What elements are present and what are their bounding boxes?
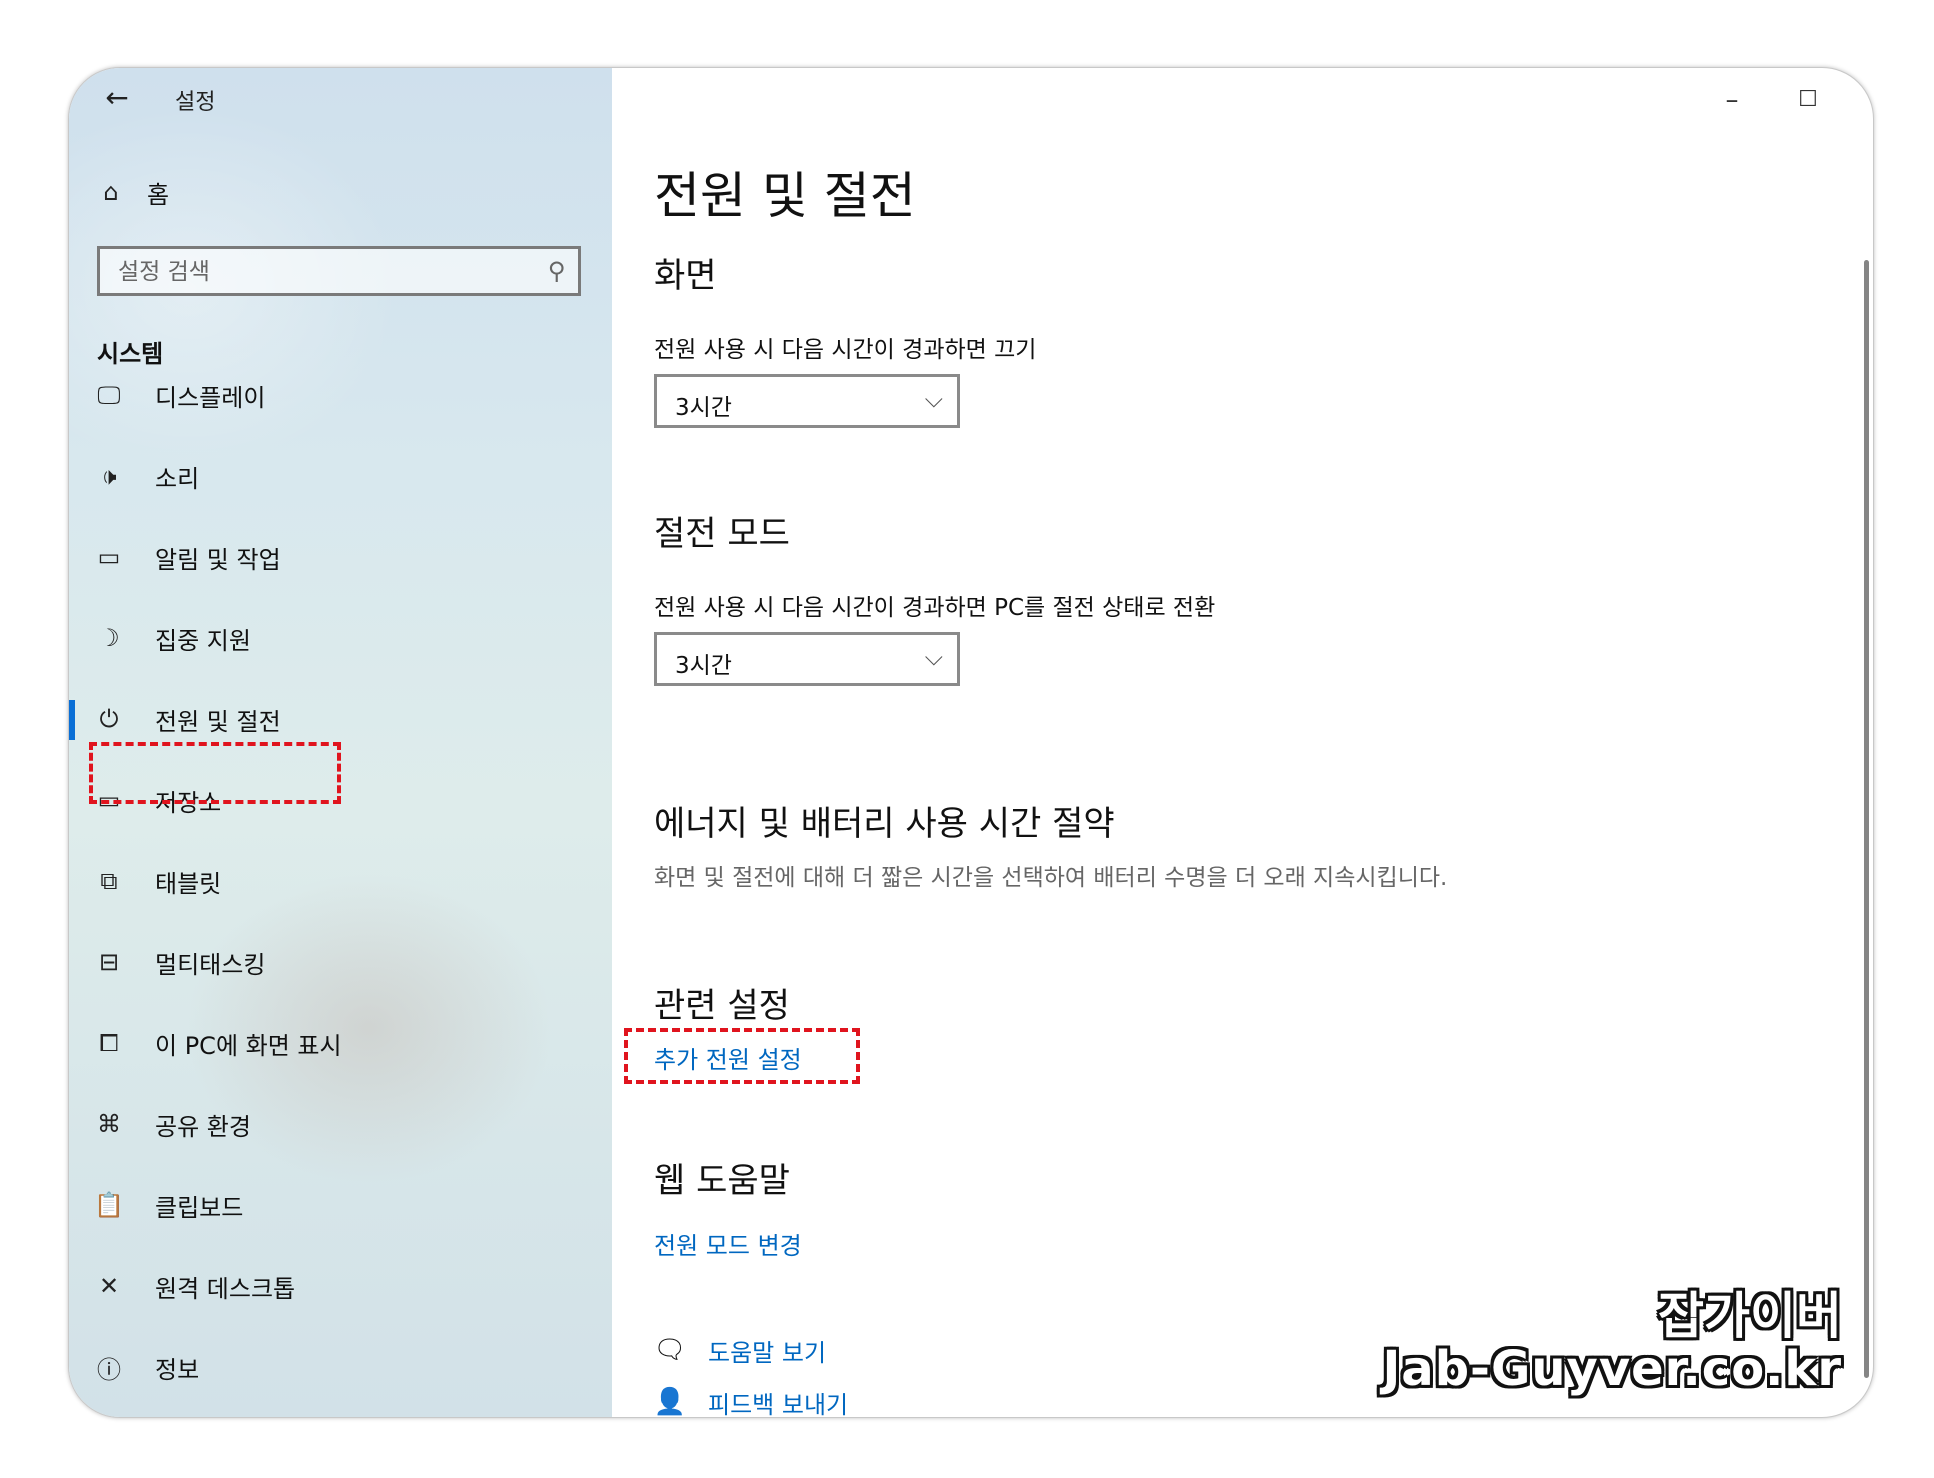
screen-description: 전원 사용 시 다음 시간이 경과하면 끄기	[654, 337, 1037, 363]
related-settings-heading: 관련 설정	[654, 986, 790, 1026]
web-help-heading: 웹 도움말	[654, 1161, 790, 1201]
sidebar-item-shared-experiences[interactable]: ⌘ 공유 환경	[69, 1089, 612, 1159]
sidebar-item-label: 집중 지원	[155, 626, 251, 655]
screen-timeout-dropdown[interactable]: 3시간 ⌵	[654, 374, 960, 428]
sidebar-item-label: 원격 데스크톱	[155, 1274, 296, 1303]
sidebar-item-label: 공유 환경	[155, 1112, 251, 1141]
sidebar-item-label: 디스플레이	[155, 383, 266, 412]
sidebar-item-label: 전원 및 절전	[155, 707, 281, 736]
sleep-heading: 절전 모드	[654, 514, 790, 554]
home-icon: ⌂	[103, 178, 119, 206]
page-title: 전원 및 절전	[654, 167, 916, 225]
sidebar-item-label: 정보	[155, 1355, 200, 1384]
power-mode-change-link[interactable]: 전원 모드 변경	[654, 1226, 802, 1261]
home-label: 홈	[147, 180, 170, 209]
dropdown-value: 3시간	[675, 395, 732, 421]
feedback-icon: 👤	[653, 1387, 687, 1417]
share-icon: ⌘	[97, 1110, 121, 1138]
clipboard-icon: 📋	[94, 1191, 124, 1219]
back-arrow-icon[interactable]: ←	[99, 80, 135, 116]
search-icon[interactable]: ⚲	[548, 257, 566, 285]
get-help-row[interactable]: 🗨 도움말 보기	[652, 1330, 826, 1370]
energy-heading: 에너지 및 배터리 사용 시간 절약	[654, 804, 1115, 844]
display-icon: 🖵	[97, 381, 121, 409]
watermark-site: Jab-Guyver.co.kr	[1382, 1341, 1842, 1397]
sidebar: ← 설정 ⌂ 홈 ⚲ 시스템 🖵 디스플레이 🕩 소리 ▭ 알림 및 작업	[69, 68, 612, 1417]
sidebar-item-label: 클립보드	[155, 1193, 244, 1222]
dropdown-value: 3시간	[675, 653, 732, 679]
notification-icon: ▭	[97, 543, 121, 571]
feedback-link[interactable]: 피드백 보내기	[708, 1385, 848, 1418]
highlight-box-power	[89, 742, 341, 804]
maximize-icon[interactable]: ☐	[1783, 78, 1833, 122]
sidebar-item-label: 이 PC에 화면 표시	[155, 1031, 342, 1060]
sidebar-item-label: 태블릿	[155, 869, 222, 898]
sidebar-home[interactable]: ⌂ 홈	[93, 172, 169, 212]
help-chat-icon: 🗨	[653, 1335, 687, 1365]
remote-desktop-icon: ✕	[98, 1272, 120, 1300]
screen-heading: 화면	[654, 256, 717, 296]
energy-description: 화면 및 절전에 대해 더 짧은 시간을 선택하여 배터리 수명을 더 오래 지…	[654, 865, 1448, 891]
sidebar-item-clipboard[interactable]: 📋 클립보드	[69, 1170, 612, 1240]
sidebar-item-label: 소리	[155, 464, 200, 493]
project-icon: ⧠	[99, 1029, 119, 1057]
sidebar-item-project[interactable]: ⧠ 이 PC에 화면 표시	[69, 1008, 612, 1078]
main-content: – ☐ ✕ 전원 및 절전 화면 전원 사용 시 다음 시간이 경과하면 끄기 …	[612, 68, 1873, 1417]
info-icon: ⓘ	[97, 1355, 121, 1384]
get-help-link[interactable]: 도움말 보기	[708, 1333, 826, 1368]
sidebar-item-remote-desktop[interactable]: ✕ 원격 데스크톱	[69, 1251, 612, 1321]
watermark: 잡가이버 Jab-Guyver.co.kr	[1382, 1290, 1842, 1396]
sidebar-item-focus-assist[interactable]: ☽ 집중 지원	[69, 603, 612, 673]
minimize-icon[interactable]: –	[1707, 78, 1757, 122]
window-title: 설정	[175, 90, 216, 115]
sidebar-item-notifications[interactable]: ▭ 알림 및 작업	[69, 522, 612, 592]
chevron-down-icon: ⌵	[924, 643, 943, 671]
chevron-down-icon: ⌵	[924, 385, 943, 413]
sleep-timeout-dropdown[interactable]: 3시간 ⌵	[654, 632, 960, 686]
scrollbar[interactable]	[1864, 260, 1869, 1378]
sidebar-item-about[interactable]: ⓘ 정보	[69, 1332, 612, 1402]
power-icon: ⏻	[99, 705, 119, 733]
sidebar-item-sound[interactable]: 🕩 소리	[69, 441, 612, 511]
multitasking-icon: ⊟	[98, 948, 120, 976]
sidebar-item-multitasking[interactable]: ⊟ 멀티태스킹	[69, 927, 612, 997]
speaker-icon: 🕩	[101, 462, 117, 490]
sidebar-item-label: 알림 및 작업	[155, 545, 281, 574]
search-input[interactable]	[100, 249, 540, 295]
sidebar-item-display[interactable]: 🖵 디스플레이	[69, 360, 612, 430]
settings-window: ← 설정 ⌂ 홈 ⚲ 시스템 🖵 디스플레이 🕩 소리 ▭ 알림 및 작업	[68, 67, 1874, 1418]
watermark-korean: 잡가이버	[1658, 1287, 1842, 1345]
sleep-description: 전원 사용 시 다음 시간이 경과하면 PC를 절전 상태로 전환	[654, 595, 1216, 621]
sidebar-item-tablet[interactable]: ⧉ 태블릿	[69, 846, 612, 916]
tablet-icon: ⧉	[100, 867, 118, 895]
close-icon[interactable]: ✕	[1859, 78, 1873, 122]
highlight-box-link	[624, 1028, 860, 1084]
sidebar-item-label: 멀티태스킹	[155, 950, 266, 979]
search-box[interactable]: ⚲	[97, 246, 581, 296]
moon-icon: ☽	[98, 624, 120, 652]
feedback-row[interactable]: 👤 피드백 보내기	[652, 1382, 848, 1418]
